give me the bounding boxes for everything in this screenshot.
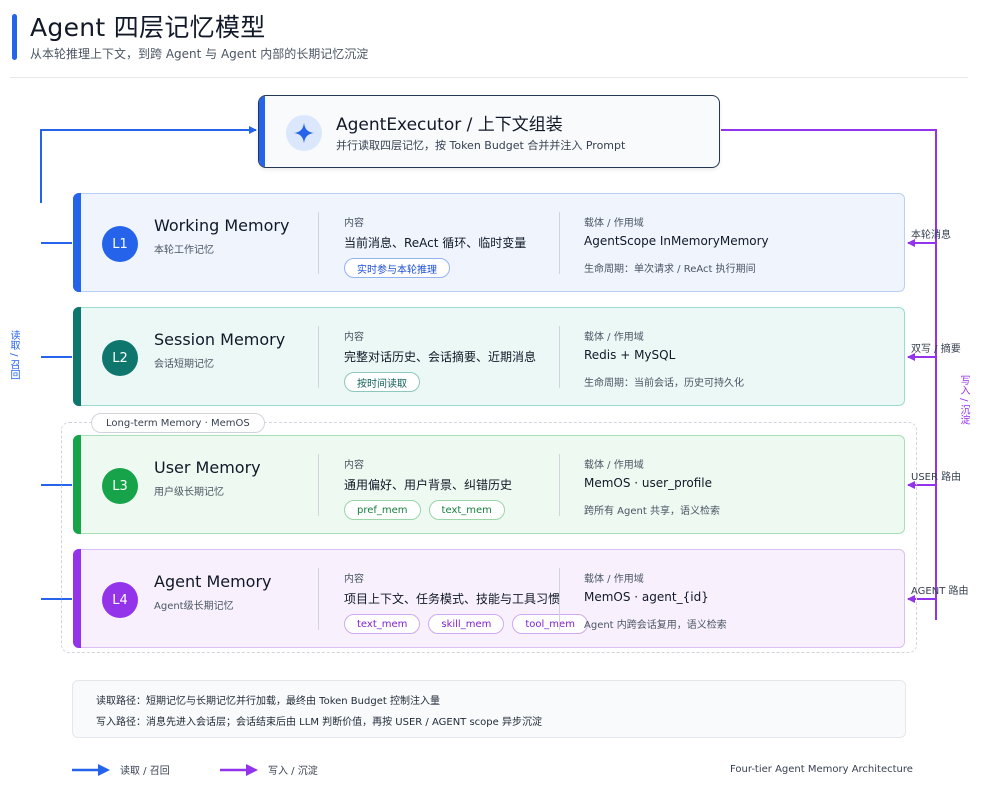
content-text: 完整对话历史、会话摘要、近期消息 xyxy=(344,350,537,364)
agent-executor-box: AgentExecutor / 上下文组装 并行读取四层记忆，按 Token B… xyxy=(258,95,720,168)
column-divider xyxy=(559,568,560,630)
layer-name: Working Memory xyxy=(154,216,290,235)
layer-badge: L1 xyxy=(102,226,138,262)
read-side-label: 读取 / 召回 xyxy=(8,330,19,380)
chip: skill_mem xyxy=(428,614,505,634)
content-label: 内容 xyxy=(344,460,364,471)
carrier-label: 载体 / 作用域 xyxy=(584,218,644,229)
layer-subtitle: Agent级长期记忆 xyxy=(154,601,234,612)
chip-group: pref_mem text_mem xyxy=(344,500,505,520)
legend-write-label: 写入 / 沉淀 xyxy=(268,766,318,777)
carrier-text: MemOS · user_profile xyxy=(584,476,713,490)
chip-group: 实时参与本轮推理 xyxy=(344,258,450,278)
layer-badge: L2 xyxy=(102,340,138,376)
path-notes-box: 读取路径：短期记忆与长期记忆并行加载，最终由 Token Budget 控制注入… xyxy=(72,680,906,738)
layer-accent-bar xyxy=(73,307,81,406)
column-divider xyxy=(559,326,560,388)
carrier-label: 载体 / 作用域 xyxy=(584,460,644,471)
layer-accent-bar xyxy=(73,549,81,648)
executor-title: AgentExecutor / 上下文组装 xyxy=(336,115,563,135)
content-label: 内容 xyxy=(344,332,364,343)
layer-card-l2: L2 Session Memory 会话短期记忆 内容 完整对话历史、会话摘要、… xyxy=(73,307,905,406)
lifecycle-note: 生命周期：当前会话，历史可持久化 xyxy=(584,378,744,389)
layer-accent-bar xyxy=(73,193,81,292)
write-path-note: 写入路径：消息先进入会话层；会话结束后由 LLM 判断价值，再按 USER / … xyxy=(96,717,542,728)
carrier-text: AgentScope InMemoryMemory xyxy=(584,234,769,248)
legend-write: 写入 / 沉淀 xyxy=(220,762,318,777)
layer-subtitle: 会话短期记忆 xyxy=(154,359,214,370)
layer-card-l3: L3 User Memory 用户级长期记忆 内容 通用偏好、用户背景、纠错历史… xyxy=(73,435,905,534)
layer-subtitle: 本轮工作记忆 xyxy=(154,245,214,256)
executor-subtitle: 并行读取四层记忆，按 Token Budget 合并并注入 Prompt xyxy=(336,139,626,152)
content-text: 项目上下文、任务模式、技能与工具习惯 xyxy=(344,592,561,606)
content-text: 通用偏好、用户背景、纠错历史 xyxy=(344,478,513,492)
layer-name: Agent Memory xyxy=(154,572,272,591)
content-label: 内容 xyxy=(344,218,364,229)
chip: 实时参与本轮推理 xyxy=(344,258,450,278)
layer-subtitle: 用户级长期记忆 xyxy=(154,487,224,498)
chip: pref_mem xyxy=(344,500,421,520)
sparkle-icon xyxy=(286,115,322,151)
layer-badge: L3 xyxy=(102,468,138,504)
lifecycle-note: Agent 内跨会话复用，语义检索 xyxy=(584,620,727,631)
legend-read: 读取 / 召回 xyxy=(72,762,170,777)
content-label: 内容 xyxy=(344,574,364,585)
carrier-label: 载体 / 作用域 xyxy=(584,574,644,585)
chip: tool_mem xyxy=(512,614,588,634)
legend-read-label: 读取 / 召回 xyxy=(120,766,170,777)
column-divider xyxy=(318,568,319,630)
long-term-memory-label: Long-term Memory · MemOS xyxy=(91,413,265,433)
executor-accent-bar xyxy=(259,96,265,167)
chip-group: 按时间读取 xyxy=(344,372,420,392)
route-label-l2: 双写 / 摘要 xyxy=(911,344,961,355)
layer-card-l4: L4 Agent Memory Agent级长期记忆 内容 项目上下文、任务模式… xyxy=(73,549,905,648)
route-label-l1: 本轮消息 xyxy=(911,230,951,241)
figure-caption: Four-tier Agent Memory Architecture xyxy=(730,764,913,775)
read-path-note: 读取路径：短期记忆与长期记忆并行加载，最终由 Token Budget 控制注入… xyxy=(96,696,440,707)
chip: text_mem xyxy=(344,614,421,634)
chip: text_mem xyxy=(428,500,505,520)
layer-card-l1: L1 Working Memory 本轮工作记忆 内容 当前消息、ReAct 循… xyxy=(73,193,905,292)
route-label-l3: USER 路由 xyxy=(911,472,962,483)
column-divider xyxy=(559,454,560,516)
carrier-text: MemOS · agent_{id} xyxy=(584,590,709,604)
column-divider xyxy=(318,454,319,516)
layer-badge: L4 xyxy=(102,582,138,618)
carrier-text: Redis + MySQL xyxy=(584,348,676,362)
lifecycle-note: 跨所有 Agent 共享，语义检索 xyxy=(584,506,720,517)
purple-arrow-icon xyxy=(220,763,258,776)
chip: 按时间读取 xyxy=(344,372,420,392)
layer-name: Session Memory xyxy=(154,330,286,349)
layer-accent-bar xyxy=(73,435,81,534)
write-side-label: 写入 / 沉淀 xyxy=(958,375,969,425)
chip-group: text_mem skill_mem tool_mem xyxy=(344,614,588,634)
lifecycle-note: 生命周期：单次请求 / ReAct 执行期间 xyxy=(584,264,756,275)
column-divider xyxy=(318,212,319,274)
route-label-l4: AGENT 路由 xyxy=(911,586,969,597)
column-divider xyxy=(318,326,319,388)
layer-name: User Memory xyxy=(154,458,261,477)
blue-arrow-icon xyxy=(72,763,110,776)
content-text: 当前消息、ReAct 循环、临时变量 xyxy=(344,236,527,250)
carrier-label: 载体 / 作用域 xyxy=(584,332,644,343)
column-divider xyxy=(559,212,560,274)
